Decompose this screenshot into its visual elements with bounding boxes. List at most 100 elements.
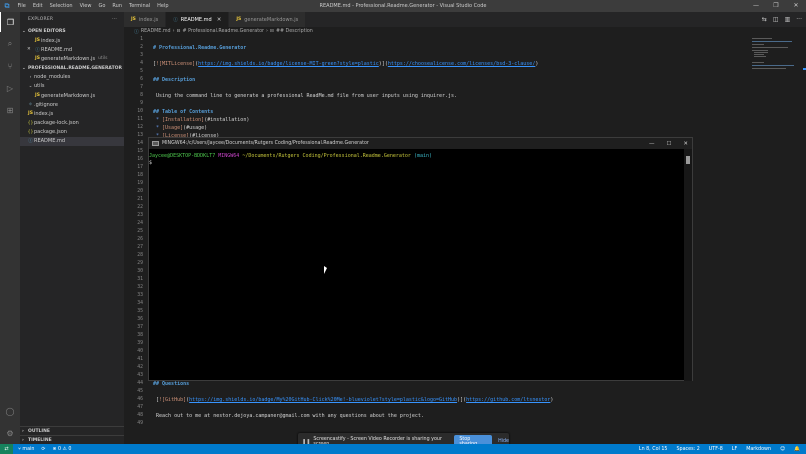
file-tree-item[interactable]: JS generateMarkdown.js (20, 91, 124, 100)
indentation[interactable]: Spaces: 2 (676, 447, 699, 452)
code-token: )]( (378, 61, 388, 67)
line-number: 12 (137, 125, 143, 130)
language-mode[interactable]: Markdown (746, 447, 771, 452)
json-file-icon: {} (27, 120, 34, 126)
line-number: 40 (137, 349, 143, 354)
terminal-scrollbar[interactable] (684, 149, 692, 381)
files-icon[interactable]: ❐ (0, 12, 20, 32)
maximize-button[interactable]: ❐ (766, 0, 786, 12)
code-line[interactable]: [![GitHub](https://img.shields.io/badge/… (153, 396, 553, 404)
line-number: 28 (137, 253, 143, 258)
line-number: 9 (140, 101, 143, 106)
code-token: ) (535, 61, 539, 67)
terminal-minimize-button[interactable]: — (649, 141, 655, 147)
menu-help[interactable]: Help (154, 0, 172, 12)
line-number: 6 (140, 77, 143, 82)
menu-terminal[interactable]: Terminal (126, 0, 154, 12)
source-control-icon[interactable]: ⑂ (0, 56, 20, 76)
file-tree-item[interactable]: {} package-lock.json (20, 119, 124, 128)
open-editor-item[interactable]: ✕ ⓘ README.md (20, 45, 124, 54)
breadcrumb-file[interactable]: README.md (141, 29, 171, 34)
file-tree-item[interactable]: › node_modules (20, 73, 124, 82)
open-editors-section[interactable]: ⌄ OPEN EDITORS (20, 27, 124, 36)
compare-icon[interactable]: ⇆ (762, 16, 767, 23)
javascript-file-icon: JS (131, 17, 136, 22)
close-tab-icon[interactable]: ✕ (217, 17, 222, 23)
activity-bar: ❐ ⌕ ⑂ ▷ ⊞ ◯ ⚙ (0, 12, 20, 444)
branch-indicator[interactable]: ⑂ main (18, 446, 34, 452)
preview-icon[interactable]: ◫ (773, 16, 779, 23)
line-number: 29 (137, 261, 143, 266)
encoding[interactable]: UTF-8 (709, 447, 723, 452)
line-number: 25 (137, 229, 143, 234)
file-tree-item[interactable]: ⓘ README.md (20, 136, 124, 147)
markdown-file-icon: ⓘ (28, 139, 33, 145)
file-tree-item[interactable]: ◆ .gitignore (20, 100, 124, 109)
code-line[interactable]: * [Installation](#installation) (153, 116, 249, 124)
line-number: 38 (137, 333, 143, 338)
terminal-window[interactable]: MINGW64:/c/Users/Jaycee/Documents/Rutger… (148, 137, 693, 381)
search-icon[interactable]: ⌕ (0, 34, 20, 54)
tab-generatemarkdown-js[interactable]: JS generateMarkdown.js (229, 12, 307, 27)
explorer-sidebar: EXPLORER ··· ⌄ OPEN EDITORS JS index.js ✕ ⓘ… (20, 12, 124, 444)
terminal-input-line[interactable]: $ (149, 160, 686, 167)
file-tree-name: index.js (34, 110, 54, 117)
problems-indicator[interactable]: ⊗ 0 ⚠ 0 (52, 447, 71, 452)
more-actions-icon[interactable]: ··· (796, 16, 802, 23)
code-line[interactable]: ## Questions (153, 380, 189, 388)
code-line[interactable]: ## Table of Contents (153, 108, 213, 116)
tab-index-js[interactable]: JS index.js (124, 12, 167, 27)
terminal-scrollbar-thumb[interactable] (686, 156, 690, 164)
account-icon[interactable]: ◯ (0, 401, 20, 421)
minimap[interactable] (750, 36, 798, 76)
open-editor-item[interactable]: JS generateMarkdown.js utils (20, 54, 124, 63)
end-of-line[interactable]: LF (732, 447, 737, 452)
code-line[interactable]: Reach out to me at nestor.dejoya.campane… (153, 412, 424, 420)
file-tree-name: README.md (34, 138, 66, 145)
code-line[interactable]: # Professional.Readme.Generator (153, 44, 246, 52)
outline-section[interactable]: › OUTLINE (20, 426, 124, 435)
split-editor-icon[interactable]: ▥ (785, 16, 791, 23)
remote-icon[interactable]: ⇄ (0, 444, 13, 454)
file-tree-item[interactable]: JS index.js (20, 109, 124, 118)
close-window-button[interactable]: ✕ (786, 0, 806, 12)
menu-selection[interactable]: Selection (46, 0, 76, 12)
file-tree-item[interactable]: ⌄ utils (20, 82, 124, 91)
code-line[interactable]: * [Usage](#usage) (153, 124, 207, 132)
code-token: (#installation) (204, 117, 250, 123)
breadcrumb-subheading[interactable]: ## Description (276, 29, 313, 34)
terminal-maximize-button[interactable]: ☐ (666, 141, 671, 147)
menu-file[interactable]: File (14, 0, 29, 12)
notifications-bell-icon[interactable]: 🔔 (794, 447, 800, 452)
cursor-position[interactable]: Ln 8, Col 15 (639, 447, 668, 452)
code-line[interactable]: [![MITLicense](https://img.shields.io/ba… (153, 60, 538, 68)
terminal-body[interactable]: Jaycee@DESKTOP-BDDKLT7 MINGW64 ~/Documen… (149, 149, 686, 381)
menu-view[interactable]: View (76, 0, 95, 12)
close-icon[interactable]: ✕ (27, 47, 34, 52)
project-section[interactable]: ⌄ PROFESSIONAL.README.GENERATOR (20, 64, 124, 73)
feedback-icon[interactable]: ☺ (780, 447, 785, 452)
terminal-title-bar[interactable]: MINGW64:/c/Users/Jaycee/Documents/Rutger… (149, 138, 692, 149)
menu-go[interactable]: Go (95, 0, 109, 12)
menu-edit[interactable]: Edit (29, 0, 46, 12)
tab-readme-md[interactable]: ⓘ README.md ✕ (166, 12, 230, 27)
open-editor-name: README.md (41, 46, 73, 53)
minimize-button[interactable]: — (746, 0, 766, 12)
terminal-title: MINGW64:/c/Users/Jaycee/Documents/Rutger… (162, 141, 369, 146)
code-line[interactable]: Using the command line to generate a pro… (153, 92, 457, 100)
timeline-section[interactable]: › TIMELINE (20, 435, 124, 444)
code-token: ![MITLicense] (156, 61, 196, 67)
code-line[interactable]: ## Description (153, 76, 195, 84)
open-editor-item[interactable]: JS index.js (20, 36, 124, 45)
line-number: 31 (137, 277, 143, 282)
file-tree-item[interactable]: {} package.json (20, 128, 124, 137)
sync-icon[interactable]: ⟳ (41, 447, 45, 452)
breadcrumb-heading[interactable]: # Professional.Readme.Generator (183, 29, 264, 34)
terminal-close-button[interactable]: ✕ (683, 141, 688, 147)
line-number: 15 (137, 149, 143, 154)
run-debug-icon[interactable]: ▷ (0, 78, 20, 98)
extensions-icon[interactable]: ⊞ (0, 100, 20, 120)
more-actions-icon[interactable]: ··· (112, 17, 117, 22)
settings-gear-icon[interactable]: ⚙ (0, 423, 20, 443)
menu-run[interactable]: Run (109, 0, 126, 12)
